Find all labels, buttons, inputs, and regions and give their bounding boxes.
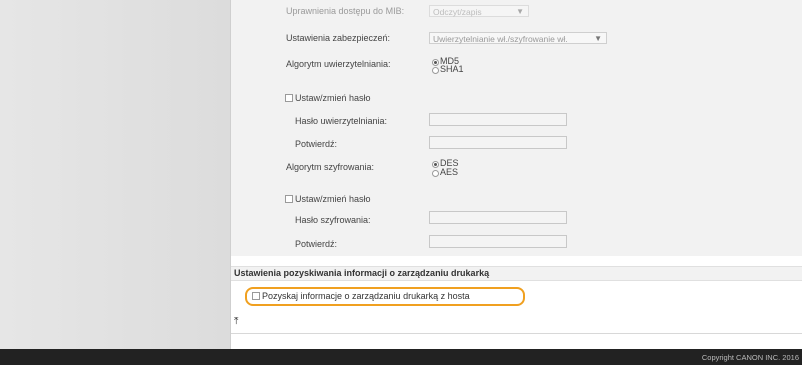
to-top-icon[interactable]: ⤒: [234, 317, 238, 327]
chevron-down-icon: ▼: [516, 7, 524, 16]
enc-confirm-label: Potwierdź:: [295, 239, 338, 249]
auth-confirm-input[interactable]: [429, 136, 567, 149]
highlight-outline: [245, 287, 525, 306]
auth-password-label: Hasło uwierzytelniania:: [295, 116, 388, 126]
enc-aes-radio[interactable]: [432, 170, 439, 177]
set-enc-password-label: Ustaw/zmień hasło: [295, 194, 371, 204]
auth-confirm-label: Potwierdź:: [295, 139, 338, 149]
set-enc-password-checkbox[interactable]: [285, 195, 293, 203]
divider: [231, 333, 802, 334]
enc-des-radio[interactable]: [432, 161, 439, 168]
footer: Copyright CANON INC. 2016: [0, 349, 802, 365]
set-auth-password-label: Ustaw/zmień hasło: [295, 93, 371, 103]
copyright-text: Copyright CANON INC. 2016: [701, 353, 799, 362]
auth-md5-radio[interactable]: [432, 59, 439, 66]
enc-password-label: Hasło szyfrowania:: [295, 215, 371, 225]
auth-password-input[interactable]: [429, 113, 567, 126]
enc-aes-label: AES: [440, 167, 459, 177]
auth-algorithm-label: Algorytm uwierzytelniania:: [286, 59, 391, 69]
mib-access-value: Odczyt/zapis: [433, 7, 482, 17]
auth-sha1-label: SHA1: [440, 64, 464, 74]
security-settings-label: Ustawienia zabezpieczeń:: [286, 33, 391, 43]
enc-confirm-input[interactable]: [429, 235, 567, 248]
printer-management-section-header: Ustawienia pozyskiwania informacji o zar…: [231, 266, 802, 281]
snmp-settings-panel: Uprawnienia dostępu do MIB: Odczyt/zapis…: [231, 0, 802, 256]
auth-sha1-radio[interactable]: [432, 67, 439, 74]
enc-algorithm-label: Algorytm szyfrowania:: [286, 162, 375, 172]
mib-access-label: Uprawnienia dostępu do MIB:: [286, 6, 405, 16]
left-sidebar: [0, 0, 231, 349]
security-settings-value: Uwierzytelnianie wł./szyfrowanie wł.: [433, 34, 568, 44]
set-auth-password-checkbox[interactable]: [285, 94, 293, 102]
security-settings-select[interactable]: Uwierzytelnianie wł./szyfrowanie wł. ▼: [429, 32, 607, 44]
chevron-down-icon: ▼: [594, 34, 602, 43]
section-title: Ustawienia pozyskiwania informacji o zar…: [234, 268, 490, 278]
mib-access-select[interactable]: Odczyt/zapis ▼: [429, 5, 529, 17]
enc-password-input[interactable]: [429, 211, 567, 224]
